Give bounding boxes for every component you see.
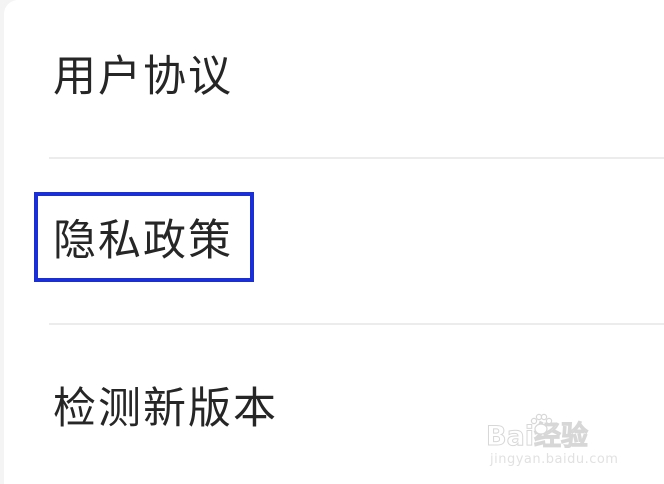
divider [49,157,664,159]
divider [49,323,664,325]
menu-item-privacy-policy[interactable]: 隐私政策 [4,160,664,324]
menu-item-user-agreement[interactable]: 用户协议 [4,0,664,158]
menu-item-label: 用户协议 [53,52,233,102]
menu-item-check-update[interactable]: 检测新版本 [4,326,664,484]
settings-card: 用户协议 隐私政策 检测新版本 [4,0,664,484]
menu-item-label: 检测新版本 [53,384,278,434]
menu-item-label: 隐私政策 [53,216,233,266]
